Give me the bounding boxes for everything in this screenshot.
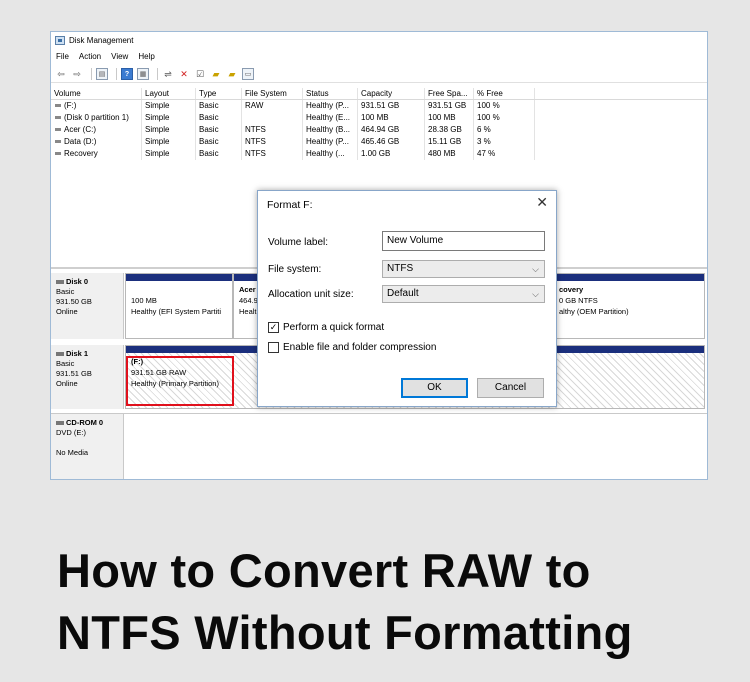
drive-icon: [55, 140, 61, 144]
drive-icon: [55, 116, 61, 120]
table-row[interactable]: (Disk 0 partition 1) Simple Basic Health…: [51, 112, 707, 124]
efi-partition[interactable]: 100 MB Healthy (EFI System Partiti: [125, 273, 233, 339]
view-icon[interactable]: ▭: [242, 68, 254, 80]
chevron-down-icon: ⌵: [532, 264, 539, 274]
allocation-unit-label: Allocation unit size:: [268, 289, 354, 300]
col-free-space[interactable]: Free Spa...: [425, 88, 474, 99]
menu-action[interactable]: Action: [79, 50, 101, 64]
article-headline: How to Convert RAW to NTFS Without Forma…: [57, 540, 737, 664]
disk-management-window: Disk Management File Action View Help ⇦ …: [50, 31, 708, 480]
drive-icon: [55, 104, 61, 108]
toolbar-separator: [116, 68, 117, 80]
compression-option[interactable]: Enable file and folder compression: [268, 342, 436, 353]
volume-label-input[interactable]: New Volume: [382, 231, 545, 251]
col-layout[interactable]: Layout: [142, 88, 196, 99]
table-row[interactable]: Data (D:) Simple Basic NTFS Healthy (P..…: [51, 136, 707, 148]
table-row[interactable]: Acer (C:) Simple Basic NTFS Healthy (B..…: [51, 124, 707, 136]
format-dialog: Format F: ✕ Volume label: New Volume Fil…: [257, 190, 557, 407]
cancel-button[interactable]: Cancel: [477, 378, 544, 398]
volume-table: Volume Layout Type File System Status Ca…: [51, 88, 707, 160]
selection-highlight: [126, 356, 234, 406]
quick-format-checkbox[interactable]: ✓: [268, 322, 279, 333]
col-percent-free[interactable]: % Free: [474, 88, 535, 99]
chevron-down-icon: ⌵: [532, 289, 539, 299]
delete-icon[interactable]: ✕: [178, 68, 190, 80]
col-type[interactable]: Type: [196, 88, 242, 99]
drive-icon: [55, 152, 61, 156]
col-volume[interactable]: Volume: [51, 88, 142, 99]
quick-format-option[interactable]: ✓ Perform a quick format: [268, 322, 384, 333]
check-icon[interactable]: ☑: [194, 68, 206, 80]
col-file-system[interactable]: File System: [242, 88, 303, 99]
toolbar: ⇦ ⇨ ▤ ? ▦ ⇌ ✕ ☑ ▰ ▰ ▭: [51, 66, 707, 83]
show-hide-tree-icon[interactable]: ▤: [96, 68, 108, 80]
ok-button[interactable]: OK: [401, 378, 468, 398]
file-system-select[interactable]: NTFS ⌵: [382, 260, 545, 278]
properties-icon[interactable]: ▦: [137, 68, 149, 80]
connect-icon[interactable]: ⇌: [162, 68, 174, 80]
compression-checkbox[interactable]: [268, 342, 279, 353]
menu-help[interactable]: Help: [138, 50, 154, 64]
help-icon[interactable]: ?: [121, 68, 133, 80]
menu-bar: File Action View Help: [51, 50, 165, 64]
window-title: Disk Management: [69, 36, 134, 45]
forward-arrow-icon[interactable]: ⇨: [71, 68, 83, 80]
close-icon[interactable]: ✕: [536, 195, 548, 209]
disk-management-icon: [55, 36, 65, 45]
volume-table-header: Volume Layout Type File System Status Ca…: [51, 88, 707, 100]
menu-view[interactable]: View: [111, 50, 128, 64]
disk-0-label[interactable]: Disk 0 Basic 931.50 GB Online: [51, 273, 124, 339]
title-bar: Disk Management: [51, 32, 707, 49]
new-folder-icon[interactable]: ▰: [210, 68, 222, 80]
file-system-label: File system:: [268, 264, 322, 275]
col-status[interactable]: Status: [303, 88, 358, 99]
table-row[interactable]: Recovery Simple Basic NTFS Healthy (... …: [51, 148, 707, 160]
cdrom-0-row: CD-ROM 0 DVD (E:) No Media: [51, 413, 707, 479]
toolbar-separator: [91, 68, 92, 80]
volume-label-label: Volume label:: [268, 237, 329, 248]
headline-line-2: NTFS Without Formatting: [57, 606, 633, 659]
allocation-unit-select[interactable]: Default ⌵: [382, 285, 545, 303]
recovery-partition[interactable]: covery 0 GB NTFS althy (OEM Partition): [553, 273, 705, 339]
disk-1-label[interactable]: Disk 1 Basic 931.51 GB Online: [51, 345, 124, 409]
toolbar-separator: [157, 68, 158, 80]
cdrom-0-label[interactable]: CD-ROM 0 DVD (E:) No Media: [51, 414, 124, 479]
headline-line-1: How to Convert RAW to: [57, 544, 591, 597]
col-capacity[interactable]: Capacity: [358, 88, 425, 99]
drive-icon: [55, 128, 61, 132]
table-row[interactable]: (F:) Simple Basic RAW Healthy (P... 931.…: [51, 100, 707, 112]
menu-file[interactable]: File: [56, 50, 69, 64]
dialog-title: Format F:: [267, 199, 313, 211]
back-arrow-icon[interactable]: ⇦: [55, 68, 67, 80]
search-folder-icon[interactable]: ▰: [226, 68, 238, 80]
